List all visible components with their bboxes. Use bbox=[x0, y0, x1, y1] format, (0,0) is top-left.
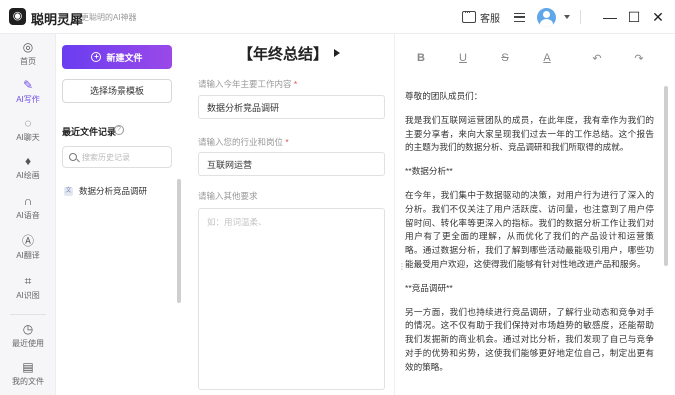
history-search-input[interactable] bbox=[82, 151, 168, 164]
chevron-down-icon[interactable] bbox=[564, 15, 570, 19]
history-item[interactable]: 文 数据分析竞品调研 bbox=[62, 182, 172, 200]
minimize-button[interactable]: — bbox=[601, 8, 619, 26]
nav-item-ai-writing[interactable]: ✎ AI写作 bbox=[0, 78, 56, 105]
divider bbox=[580, 10, 581, 24]
history-search[interactable] bbox=[62, 146, 172, 168]
strikethrough-button[interactable]: S bbox=[497, 52, 513, 64]
customer-service-label[interactable]: 客服 bbox=[480, 10, 500, 25]
new-document-button[interactable]: + 新建文件 bbox=[62, 45, 172, 69]
app-logo-icon: ◉ bbox=[9, 8, 26, 25]
choose-template-button[interactable]: 选择场景模板 bbox=[62, 79, 172, 103]
doc-paragraph: 另一方面，我们也持续进行竞品调研，了解行业动态和竞争对手的情况。这不仅有助于我们… bbox=[405, 306, 654, 372]
nav-item-ai-painting[interactable]: ♦ AI绘画 bbox=[0, 154, 56, 181]
field-label-other: 请输入其他要求 bbox=[198, 191, 258, 201]
bold-button[interactable]: B bbox=[413, 52, 429, 64]
panel-scrollbar[interactable] bbox=[177, 179, 181, 303]
search-icon bbox=[69, 153, 77, 161]
headset-icon: ∩ bbox=[23, 194, 33, 208]
field-label-text: 请输入您的行业和岗位 bbox=[198, 137, 284, 147]
nav-label: 首页 bbox=[20, 57, 36, 66]
form-title[interactable]: 【年终总结】 bbox=[184, 43, 394, 64]
editor-toolbar: B U S A ↶ ↷ bbox=[395, 46, 675, 72]
industry-input[interactable] bbox=[198, 152, 385, 176]
nav-label: 我的文件 bbox=[12, 377, 44, 386]
title-bar: ◉ 聪明灵犀 更聪明的AI神器 客服 — ☐ ✕ bbox=[0, 0, 675, 34]
maximize-button[interactable]: ☐ bbox=[625, 8, 643, 26]
recent-files-title: 最近文件记录 bbox=[62, 127, 117, 137]
doc-paragraph: **数据分析** bbox=[405, 166, 453, 177]
history-panel: + 新建文件 选择场景模板 最近文件记录 ? 文 数据分析竞品调研 bbox=[56, 34, 184, 395]
font-color-button[interactable]: A bbox=[539, 52, 555, 64]
doc-paragraph: 我是我们互联网运营团队的成员，在此年度，我有幸作为我们的主要分享者，来向大家呈现… bbox=[405, 114, 654, 153]
resize-handle-icon[interactable]: ⋮ bbox=[398, 262, 406, 271]
work-content-input[interactable] bbox=[198, 95, 385, 119]
required-mark: * bbox=[285, 137, 289, 147]
undo-button[interactable]: ↶ bbox=[589, 52, 605, 65]
home-icon: ◎ bbox=[22, 40, 34, 54]
field-label-text: 请输入今年主要工作内容 bbox=[198, 79, 292, 89]
clock-icon: ◷ bbox=[22, 322, 34, 336]
nav-item-ai-translate[interactable]: Ⓐ AI翻译 bbox=[0, 234, 56, 261]
help-icon[interactable]: ? bbox=[114, 125, 124, 135]
form-area: 【年终总结】 请输入今年主要工作内容 * 请输入您的行业和岗位 * 请输入其他要… bbox=[184, 34, 394, 395]
customer-service-icon[interactable] bbox=[462, 7, 476, 23]
form-title-text: 【年终总结】 bbox=[237, 46, 328, 63]
file-icon: ▤ bbox=[22, 360, 34, 374]
history-item-label: 数据分析竞品调研 bbox=[79, 186, 148, 196]
left-nav: ◎ 首页 ✎ AI写作 ◌ AI聊天 ♦ AI绘画 ∩ AI语音 Ⓐ AI翻译 … bbox=[0, 34, 56, 395]
plus-icon: + bbox=[91, 52, 102, 62]
nav-item-ai-chat[interactable]: ◌ AI聊天 bbox=[0, 116, 56, 143]
nav-label: AI写作 bbox=[16, 95, 40, 104]
play-icon bbox=[334, 49, 340, 57]
nav-label: AI语音 bbox=[16, 211, 40, 220]
doc-paragraph: **竞品调研** bbox=[405, 282, 453, 293]
doc-paragraph: 在今年，我们集中于数据驱动的决策，对用户行为进行了深入的分析。我们不仅关注了用户… bbox=[405, 189, 654, 269]
app-name: 聪明灵犀 bbox=[31, 12, 84, 27]
app-slogan: 更聪明的AI神器 bbox=[81, 13, 137, 22]
nav-item-recent[interactable]: ◷ 最近使用 bbox=[0, 322, 56, 349]
new-document-label: 新建文件 bbox=[106, 52, 143, 63]
nav-label: AI聊天 bbox=[16, 133, 40, 142]
nav-item-home[interactable]: ◎ 首页 bbox=[0, 40, 56, 67]
nav-label: AI识图 bbox=[16, 291, 40, 300]
translate-icon: Ⓐ bbox=[21, 234, 34, 248]
nav-label: AI绘画 bbox=[16, 171, 40, 180]
nav-item-ai-voice[interactable]: ∩ AI语音 bbox=[0, 194, 56, 221]
nav-label: AI翻译 bbox=[16, 251, 40, 260]
document-editor: B U S A ↶ ↷ 尊敬的团队成员们： 我是我们互联网运营团队的成员，在此年… bbox=[394, 34, 675, 395]
close-button[interactable]: ✕ bbox=[649, 8, 667, 26]
doc-paragraph: 尊敬的团队成员们： bbox=[405, 91, 483, 101]
scan-icon: ⌗ bbox=[24, 274, 32, 288]
nav-item-ai-recognize[interactable]: ⌗ AI识图 bbox=[0, 274, 56, 301]
editor-scrollbar[interactable] bbox=[664, 86, 668, 266]
nav-item-my-files[interactable]: ▤ 我的文件 bbox=[0, 360, 56, 387]
nav-label: 最近使用 bbox=[12, 339, 44, 348]
brush-icon: ♦ bbox=[24, 154, 32, 168]
chat-icon: ◌ bbox=[24, 116, 32, 130]
document-body[interactable]: 尊敬的团队成员们： 我是我们互联网运营团队的成员，在此年度，我有幸作为我们的主要… bbox=[395, 78, 660, 395]
document-icon: 文 bbox=[64, 186, 73, 196]
field-label-work-content: 请输入今年主要工作内容 * bbox=[198, 78, 297, 90]
redo-button[interactable]: ↷ bbox=[631, 52, 647, 65]
field-label-industry: 请输入您的行业和岗位 * bbox=[198, 136, 289, 148]
menu-icon[interactable] bbox=[514, 12, 525, 22]
title-bar-actions: 客服 — ☐ ✕ bbox=[462, 6, 667, 28]
avatar[interactable] bbox=[537, 7, 556, 27]
required-mark: * bbox=[293, 79, 298, 89]
nav-divider bbox=[10, 314, 46, 315]
underline-button[interactable]: U bbox=[455, 52, 471, 64]
pen-icon: ✎ bbox=[22, 78, 34, 92]
other-requirements-input[interactable] bbox=[198, 208, 385, 390]
